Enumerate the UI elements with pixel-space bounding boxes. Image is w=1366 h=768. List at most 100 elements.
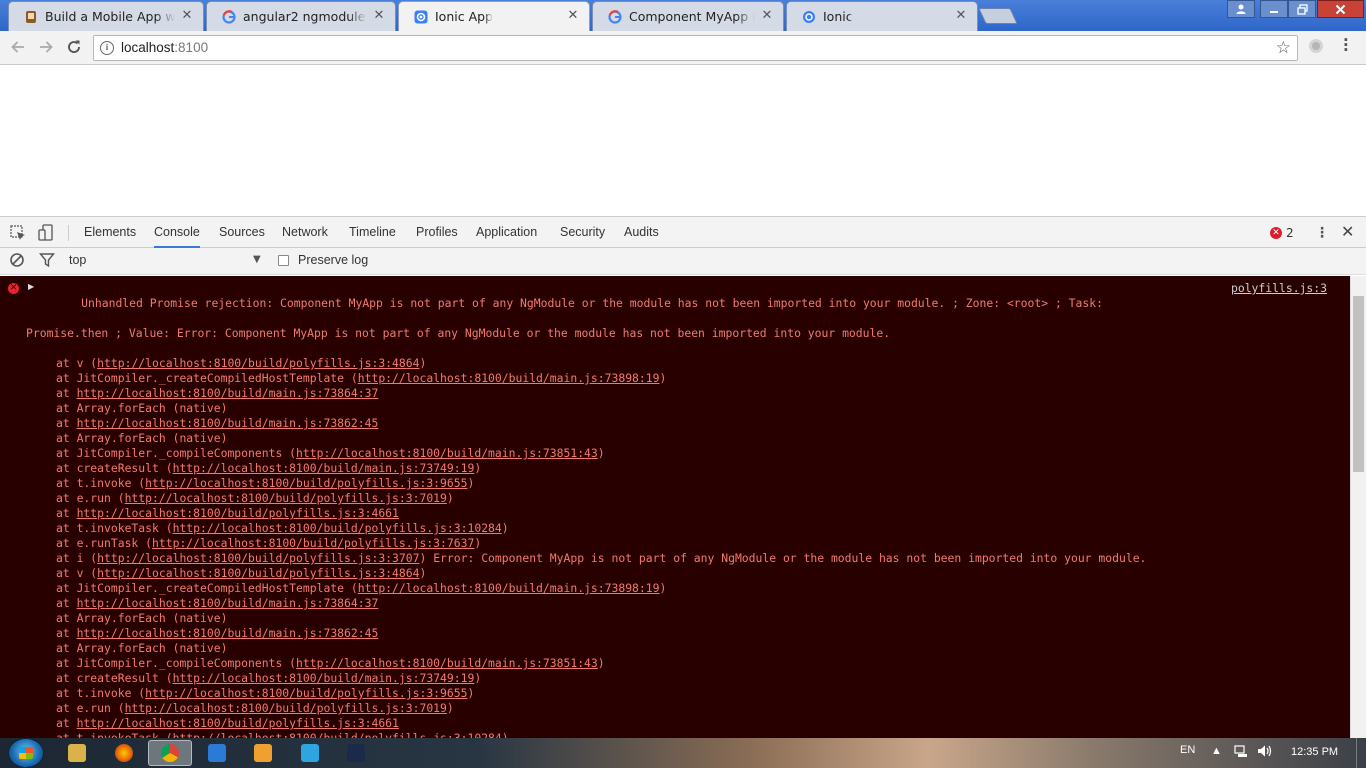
taskbar-app-button[interactable]: [148, 740, 192, 766]
stack-trace-link[interactable]: http://localhost:8100/build/polyfills.js…: [97, 566, 419, 580]
close-icon[interactable]: ✕: [180, 9, 194, 23]
stack-trace-link[interactable]: http://localhost:8100/build/main.js:7374…: [173, 671, 475, 685]
extension-icon[interactable]: [1309, 39, 1323, 53]
browser-tab-active[interactable]: Ionic App ✕: [398, 1, 590, 31]
firefox-icon: [114, 744, 133, 762]
close-icon[interactable]: ✕: [760, 9, 774, 23]
clock[interactable]: 12:35 PM: [1291, 746, 1338, 758]
taskbar-app-button[interactable]: [288, 740, 332, 766]
stack-trace-link[interactable]: http://localhost:8100/build/polyfills.js…: [77, 716, 399, 730]
new-tab-button[interactable]: [978, 8, 1018, 24]
stack-trace-link[interactable]: http://localhost:8100/build/main.js:7386…: [77, 386, 379, 400]
stack-trace-link[interactable]: http://localhost:8100/build/polyfills.js…: [173, 521, 502, 535]
error-icon: ✕: [1270, 227, 1282, 239]
stack-trace-text: at JitCompiler._createCompiledHostTempla…: [56, 581, 358, 595]
minimize-icon[interactable]: [1260, 0, 1288, 18]
language-indicator[interactable]: EN: [1180, 744, 1195, 756]
clear-console-icon[interactable]: [9, 252, 27, 270]
browser-tab[interactable]: Ionic ✕: [786, 1, 978, 31]
taskbar-app-button[interactable]: [195, 740, 239, 766]
back-arrow-icon[interactable]: [8, 38, 28, 58]
tab-console[interactable]: Console: [154, 217, 200, 248]
stack-trace-text: at: [56, 716, 77, 730]
stack-trace-line: at JitCompiler._compileComponents (http:…: [26, 656, 1326, 671]
tab-application[interactable]: Application: [476, 217, 537, 248]
stack-trace-line: at e.runTask (http://localhost:8100/buil…: [26, 536, 1326, 551]
volume-icon[interactable]: [1257, 744, 1273, 761]
restore-icon[interactable]: [1288, 0, 1316, 18]
taskbar-app-button[interactable]: [102, 740, 146, 766]
chrome-menu-icon[interactable]: · · ·: [1343, 33, 1349, 58]
tab-network[interactable]: Network: [282, 217, 328, 248]
close-icon[interactable]: ✕: [566, 9, 580, 23]
show-hidden-icons-icon[interactable]: ▲: [1211, 745, 1222, 757]
stack-trace-link[interactable]: http://localhost:8100/build/main.js:7386…: [77, 416, 379, 430]
tab-timeline[interactable]: Timeline: [349, 217, 396, 248]
preserve-log-checkbox[interactable]: [278, 255, 289, 266]
stack-trace-link[interactable]: http://localhost:8100/build/polyfills.js…: [125, 701, 447, 715]
stack-trace-text: at: [56, 596, 77, 610]
stack-trace-link[interactable]: http://localhost:8100/build/polyfills.js…: [125, 491, 447, 505]
stack-trace-link[interactable]: http://localhost:8100/build/polyfills.js…: [173, 731, 502, 738]
stack-trace-line: at Array.forEach (native): [26, 401, 1326, 416]
forward-arrow-icon[interactable]: [36, 38, 56, 58]
stack-trace-link[interactable]: http://localhost:8100/build/main.js:7389…: [358, 581, 660, 595]
close-icon[interactable]: ✕: [954, 9, 968, 23]
stack-trace-text: ): [419, 356, 427, 370]
browser-tab[interactable]: angular2 ngmodule for m ✕: [206, 1, 396, 31]
tab-profiles[interactable]: Profiles: [416, 217, 458, 248]
browser-tab[interactable]: Component MyApp is no ✕: [592, 1, 784, 31]
stack-trace-link[interactable]: http://localhost:8100/build/polyfills.js…: [152, 536, 474, 550]
stack-trace-link[interactable]: http://localhost:8100/build/main.js:7389…: [358, 371, 660, 385]
stack-trace-link[interactable]: http://localhost:8100/build/polyfills.js…: [97, 356, 419, 370]
stack-trace-link[interactable]: http://localhost:8100/build/polyfills.js…: [145, 686, 467, 700]
devtools-menu-icon[interactable]: ⋮: [1315, 225, 1329, 241]
close-icon[interactable]: ✕: [372, 9, 386, 23]
console-scrollbar[interactable]: [1350, 276, 1366, 738]
stack-trace-link[interactable]: http://localhost:8100/build/main.js:7386…: [77, 596, 379, 610]
stack-trace-link[interactable]: http://localhost:8100/build/polyfills.js…: [77, 506, 399, 520]
stack-trace-text: at: [56, 506, 77, 520]
stack-trace-line: at t.invoke (http://localhost:8100/build…: [26, 686, 1326, 701]
stack-trace-link[interactable]: http://localhost:8100/build/main.js:7374…: [173, 461, 475, 475]
stack-trace-link[interactable]: http://localhost:8100/build/polyfills.js…: [97, 551, 419, 565]
show-desktop-button[interactable]: [1356, 738, 1366, 768]
devtools-close-icon[interactable]: ✕: [1341, 222, 1354, 241]
user-profile-icon[interactable]: [1227, 0, 1255, 18]
stack-trace-link[interactable]: http://localhost:8100/build/polyfills.js…: [145, 476, 467, 490]
context-selector[interactable]: top: [69, 253, 86, 267]
stack-trace-link[interactable]: http://localhost:8100/build/main.js:7385…: [296, 656, 598, 670]
stack-trace-text: ): [659, 581, 667, 595]
filter-icon[interactable]: [39, 252, 57, 270]
device-toolbar-icon[interactable]: [38, 224, 56, 242]
taskbar-app-button[interactable]: [55, 740, 99, 766]
reload-icon[interactable]: [64, 38, 84, 58]
stack-trace-line: at createResult (http://localhost:8100/b…: [26, 671, 1326, 686]
media-player-icon: [254, 744, 272, 762]
tab-audits[interactable]: Audits: [624, 217, 659, 248]
tab-security[interactable]: Security: [560, 217, 605, 248]
browser-tab[interactable]: Build a Mobile App with ✕: [8, 1, 204, 31]
dropdown-arrow-icon[interactable]: ▼: [253, 254, 261, 265]
windows-start-icon[interactable]: [8, 738, 44, 768]
stack-trace-link[interactable]: http://localhost:8100/build/main.js:7385…: [296, 446, 598, 460]
stack-trace-text: ): [501, 731, 509, 738]
stack-trace-line: at t.invoke (http://localhost:8100/build…: [26, 476, 1326, 491]
address-bar[interactable]: i localhost:8100 ☆: [93, 35, 1298, 61]
network-icon[interactable]: [1234, 744, 1248, 761]
bookmark-star-icon[interactable]: ☆: [1276, 38, 1291, 58]
taskbar-app-button[interactable]: [241, 740, 285, 766]
page-info-icon[interactable]: i: [100, 41, 114, 55]
scrollbar-thumb[interactable]: [1353, 296, 1364, 472]
stack-trace-link[interactable]: http://localhost:8100/build/main.js:7386…: [77, 626, 379, 640]
taskbar-app-button[interactable]: [334, 740, 378, 766]
stack-trace-text: at createResult (: [56, 671, 173, 685]
tab-elements[interactable]: Elements: [84, 217, 136, 248]
tab-sources[interactable]: Sources: [219, 217, 265, 248]
inspect-element-icon[interactable]: [9, 224, 27, 242]
stack-trace-line: at http://localhost:8100/build/polyfills…: [26, 506, 1326, 521]
window-close-icon[interactable]: [1317, 0, 1364, 18]
error-count-badge[interactable]: ✕ 2: [1270, 226, 1294, 240]
stack-trace-line: at Array.forEach (native): [26, 431, 1326, 446]
stack-trace-text: at v (: [56, 356, 98, 370]
